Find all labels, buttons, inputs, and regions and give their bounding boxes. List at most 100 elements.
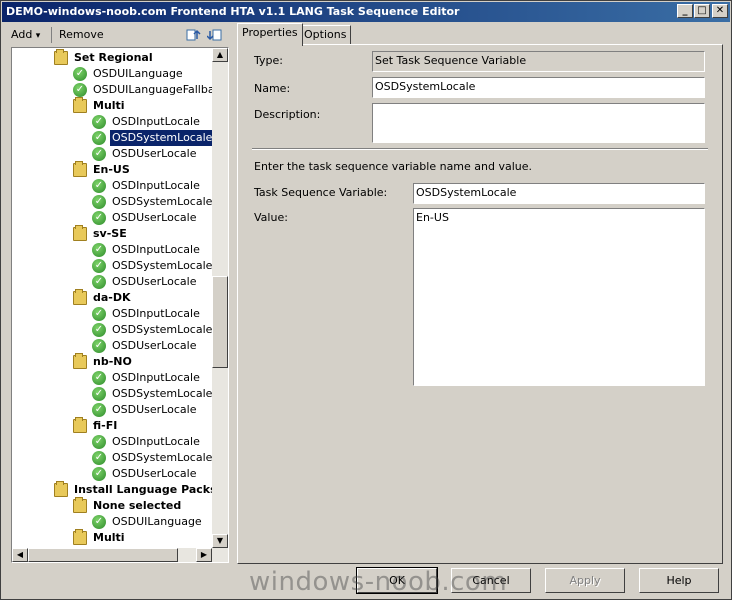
- tree-node-label: OSDSystemLocale: [112, 195, 212, 208]
- ok-button[interactable]: OK: [356, 567, 438, 594]
- tree-node-label: OSDInputLocale: [112, 243, 200, 256]
- tree-node-label: Install Language Packs C: [74, 483, 212, 496]
- chevron-down-icon: ▾: [35, 31, 41, 41]
- tree-node-label: OSDUILanguage: [112, 515, 202, 528]
- vertical-scroll-thumb[interactable]: [212, 276, 228, 368]
- scroll-down-icon[interactable]: ▼: [212, 534, 228, 548]
- variable-field[interactable]: OSDSystemLocale: [413, 183, 705, 204]
- tree-vertical-scrollbar[interactable]: ▲ ▼: [212, 48, 228, 548]
- checkmark-icon: ✓: [92, 243, 106, 257]
- tab-properties[interactable]: Properties: [237, 23, 303, 46]
- move-up-icon[interactable]: [185, 27, 201, 43]
- checkmark-icon: ✓: [92, 115, 106, 129]
- tree-node-label: OSDSystemLocale: [112, 259, 212, 272]
- checkmark-icon: ✓: [92, 387, 106, 401]
- tree-node-label: OSDSystemLocale: [112, 451, 212, 464]
- checkmark-icon: ✓: [92, 179, 106, 193]
- remove-button[interactable]: Remove: [55, 25, 108, 45]
- folder-icon: [73, 417, 87, 433]
- apply-label: Apply: [569, 574, 601, 587]
- scroll-right-icon[interactable]: ▶: [196, 548, 212, 562]
- tree-node-label: OSDUILanguage: [93, 67, 183, 80]
- tree-node-label: OSDUserLocale: [112, 275, 197, 288]
- name-field[interactable]: OSDSystemLocale: [372, 77, 705, 98]
- tree-node-label: OSDUserLocale: [112, 467, 197, 480]
- checkmark-icon: ✓: [92, 147, 106, 161]
- minimize-button[interactable]: _: [677, 4, 693, 18]
- apply-button[interactable]: Apply: [545, 568, 625, 593]
- type-field: Set Task Sequence Variable: [372, 51, 705, 72]
- folder-icon: [73, 353, 87, 369]
- folder-icon: [73, 497, 87, 513]
- checkmark-icon: ✓: [92, 371, 106, 385]
- variable-label: Task Sequence Variable:: [254, 186, 388, 199]
- tree-node-label: OSDUserLocale: [112, 147, 197, 160]
- window-title: DEMO-windows-noob.com Frontend HTA v1.1 …: [6, 5, 460, 18]
- folder-icon: [73, 289, 87, 305]
- editor-window: DEMO-windows-noob.com Frontend HTA v1.1 …: [0, 0, 732, 600]
- tree-node-label: sv-SE: [93, 227, 127, 240]
- folder-icon: [73, 97, 87, 113]
- tree-node-label: OSDInputLocale: [112, 179, 200, 192]
- checkmark-icon: ✓: [92, 195, 106, 209]
- tree-node-label: da-DK: [93, 291, 131, 304]
- checkmark-icon: ✓: [73, 67, 87, 81]
- tree-toolbar: Add ▾ Remove: [7, 25, 229, 45]
- title-bar[interactable]: DEMO-windows-noob.com Frontend HTA v1.1 …: [2, 2, 730, 22]
- checkmark-icon: ✓: [92, 275, 106, 289]
- checkmark-icon: ✓: [92, 515, 106, 529]
- close-button[interactable]: ✕: [712, 4, 728, 18]
- tree-node-label: OSDUserLocale: [112, 211, 197, 224]
- tree-node-label: OSDInputLocale: [112, 307, 200, 320]
- tree-node-label: OSDUILanguageFallback: [93, 83, 212, 96]
- tree-node-label: OSDUserLocale: [112, 339, 197, 352]
- folder-icon: [73, 529, 87, 545]
- checkmark-icon: ✓: [92, 435, 106, 449]
- checkmark-icon: ✓: [92, 307, 106, 321]
- checkmark-icon: ✓: [92, 403, 106, 417]
- tree-node-label: nb-NO: [93, 355, 132, 368]
- checkmark-icon: ✓: [92, 131, 106, 145]
- cancel-button[interactable]: Cancel: [451, 568, 531, 593]
- move-down-icon[interactable]: [206, 27, 223, 43]
- description-field[interactable]: [372, 103, 705, 143]
- task-sequence-tree[interactable]: Set Regional ✓ OSDUILanguage ✓ OSDUILanguage…: [11, 47, 229, 563]
- name-label: Name:: [254, 82, 291, 95]
- tree-node-label: OSDInputLocale: [112, 115, 200, 128]
- properties-panel: Type: Set Task Sequence Variable Name: O…: [237, 44, 723, 564]
- tree-items: Set Regional ✓ OSDUILanguage ✓ OSDUILanguage…: [12, 48, 212, 548]
- toolbar-divider: [51, 27, 52, 43]
- tree-node-label: OSDInputLocale: [112, 371, 200, 384]
- tree-node-label: fi-FI: [93, 419, 118, 432]
- description-label: Description:: [254, 108, 321, 121]
- checkmark-icon: ✓: [92, 339, 106, 353]
- tree-node-label: OSDSystemLocale: [112, 323, 212, 336]
- tree-horizontal-scrollbar[interactable]: ◀ ▶: [12, 548, 228, 562]
- scroll-left-icon[interactable]: ◀: [12, 548, 28, 562]
- checkmark-icon: ✓: [92, 211, 106, 225]
- checkmark-icon: ✓: [92, 259, 106, 273]
- checkmark-icon: ✓: [92, 467, 106, 481]
- section-divider: [252, 148, 708, 150]
- horizontal-scroll-thumb[interactable]: [28, 548, 178, 562]
- folder-icon: [73, 161, 87, 177]
- add-label: Add: [11, 28, 33, 41]
- help-button[interactable]: Help: [639, 568, 719, 593]
- type-label: Type:: [254, 54, 283, 67]
- value-field[interactable]: En-US: [413, 208, 705, 386]
- checkmark-icon: ✓: [92, 451, 106, 465]
- tree-node-label: OSDSystemLocale: [108, 129, 212, 147]
- folder-icon: [73, 225, 87, 241]
- folder-icon: [54, 49, 68, 65]
- tree-node-label: Multi: [93, 531, 125, 544]
- checkmark-icon: ✓: [73, 83, 87, 97]
- tab-options[interactable]: Options: [299, 25, 352, 45]
- folder-icon: [54, 481, 68, 497]
- value-label: Value:: [254, 211, 288, 224]
- tree-node-label: OSDSystemLocale: [112, 387, 212, 400]
- add-menu-button[interactable]: Add ▾: [7, 25, 44, 45]
- scroll-up-icon[interactable]: ▲: [212, 48, 228, 62]
- maximize-button[interactable]: □: [694, 4, 710, 18]
- tree-node-label: Set Regional: [74, 51, 153, 64]
- tree-node-label: En-US: [93, 163, 130, 176]
